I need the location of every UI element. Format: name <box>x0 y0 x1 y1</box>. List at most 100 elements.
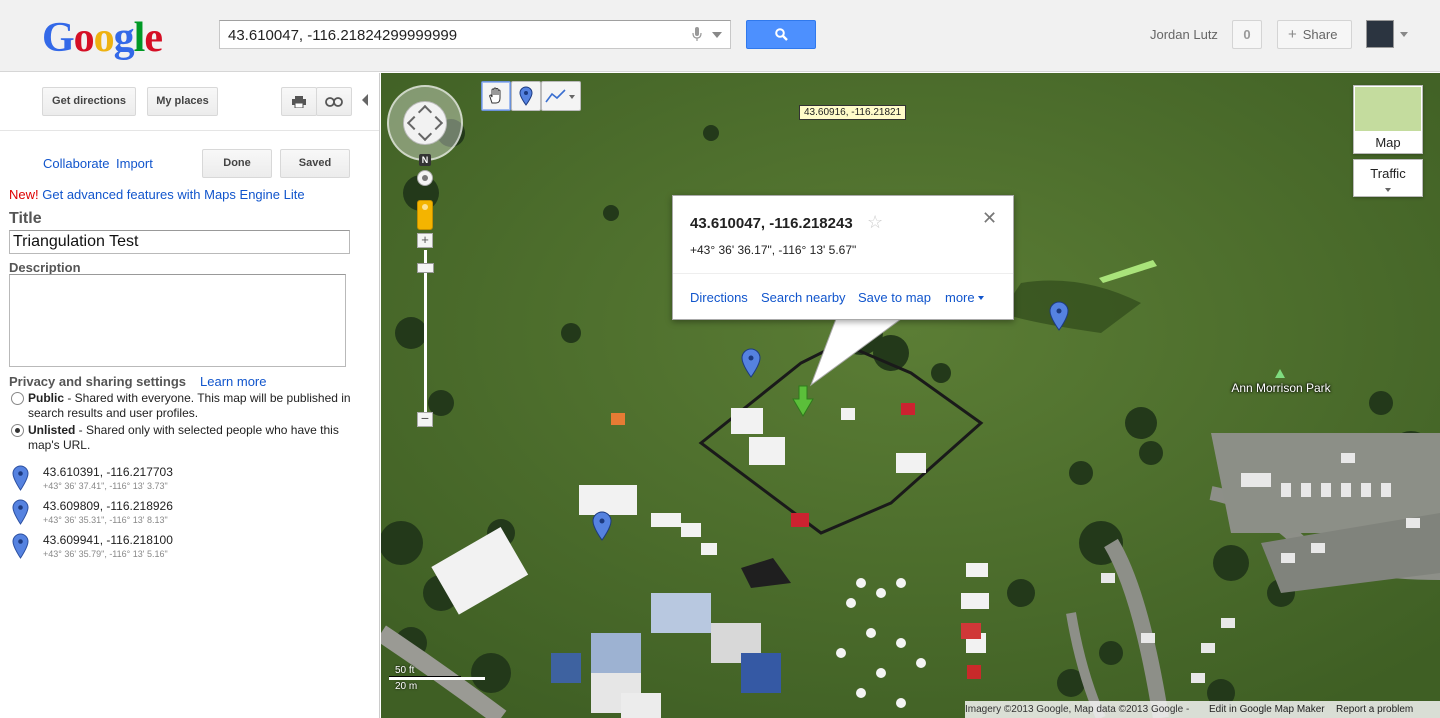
link-button[interactable] <box>316 87 352 116</box>
more-link[interactable]: more <box>945 290 975 305</box>
map-canvas[interactable]: N + − 43.60916, -116.21821 Map Traffic 4… <box>381 73 1440 718</box>
pan-right-icon[interactable] <box>428 115 444 131</box>
pan-pad[interactable] <box>403 101 447 145</box>
logo-letter: e <box>144 15 163 61</box>
save-to-map-link[interactable]: Save to map <box>858 290 931 305</box>
public-option-text: Public - Shared with everyone. This map … <box>28 391 358 421</box>
report-problem-link[interactable]: Report a problem <box>1336 704 1413 715</box>
directions-link[interactable]: Directions <box>690 290 748 305</box>
north-indicator: N <box>419 154 431 166</box>
map-type-button[interactable]: Map <box>1353 85 1423 154</box>
logo-letter: l <box>133 15 146 61</box>
pan-control <box>387 85 463 161</box>
share-button[interactable]: + Share <box>1277 20 1352 49</box>
logo-letter: G <box>42 15 75 61</box>
left-panel: Get directions My places Collaborate Imp… <box>0 73 380 718</box>
scale-bar: 50 ft 20 m <box>389 663 485 693</box>
pan-up-icon[interactable] <box>417 104 433 120</box>
zoom-reset-icon[interactable] <box>417 170 433 186</box>
user-name[interactable]: Jordan Lutz <box>1150 27 1218 42</box>
google-logo[interactable]: Google <box>42 14 163 62</box>
top-bar: Google 43.610047, -116.21824299999999 Jo… <box>0 0 1440 72</box>
notification-count[interactable]: 0 <box>1232 20 1262 49</box>
title-label: Title <box>9 210 42 227</box>
blue-marker-icon <box>12 533 29 559</box>
zoom-in-button[interactable]: + <box>417 233 433 248</box>
chevron-down-icon <box>978 296 984 300</box>
park-label[interactable]: Ann Morrison Park <box>1221 381 1341 395</box>
promo-banner: New! Get advanced features with Maps Eng… <box>9 187 305 202</box>
scale-line <box>389 677 485 680</box>
print-button[interactable] <box>281 87 317 116</box>
chevron-down-icon <box>1385 188 1391 192</box>
title-field[interactable] <box>9 230 350 254</box>
collaborate-link[interactable]: Collaborate <box>43 156 110 171</box>
edit-map-maker-link[interactable]: Edit in Google Map Maker <box>1209 704 1325 715</box>
unlisted-description: - Shared only with selected people who h… <box>28 423 339 452</box>
map-footer: Imagery ©2013 Google, Map data ©2013 Goo… <box>965 701 1440 718</box>
place-coordinates[interactable]: 43.609809, -116.218926 <box>43 499 173 513</box>
info-window: 43.610047, -116.218243 ☆ ✕ +43° 36' 36.1… <box>672 195 1014 320</box>
search-value: 43.610047, -116.21824299999999 <box>228 27 458 44</box>
pan-left-icon[interactable] <box>406 115 422 131</box>
import-link[interactable]: Import <box>116 156 153 171</box>
unlisted-radio[interactable] <box>11 424 24 437</box>
search-nearby-link[interactable]: Search nearby <box>761 290 846 305</box>
done-button[interactable]: Done <box>202 149 272 178</box>
line-icon <box>545 89 566 103</box>
search-options-caret-icon[interactable] <box>712 32 722 38</box>
plus-icon: + <box>1288 26 1297 43</box>
park-icon[interactable] <box>1275 369 1285 378</box>
saved-button[interactable]: Saved <box>280 149 350 178</box>
add-marker-button[interactable] <box>511 81 541 111</box>
maps-engine-lite-link[interactable]: Get advanced features with Maps Engine L… <box>42 187 304 202</box>
public-radio[interactable] <box>11 392 24 405</box>
list-item[interactable]: 43.609809, -116.218926 +43° 36' 35.31", … <box>12 499 372 531</box>
traffic-button[interactable]: Traffic <box>1353 159 1423 197</box>
learn-more-link[interactable]: Learn more <box>200 374 266 389</box>
place-dms: +43° 36' 35.31", -116° 13' 8.13" <box>43 515 168 525</box>
get-directions-button[interactable]: Get directions <box>42 87 136 116</box>
pan-down-icon[interactable] <box>417 126 433 142</box>
description-label: Description <box>9 260 81 275</box>
close-icon[interactable]: ✕ <box>982 208 997 229</box>
map-thumbnail <box>1355 87 1421 131</box>
logo-letter: g <box>113 15 135 61</box>
search-input[interactable]: 43.610047, -116.21824299999999 <box>219 20 731 49</box>
blue-marker-icon <box>12 499 29 525</box>
zoom-out-button[interactable]: − <box>417 411 433 427</box>
star-icon[interactable]: ☆ <box>867 212 883 233</box>
logo-letter: o <box>73 15 95 61</box>
coordinate-tooltip: 43.60916, -116.21821 <box>799 105 907 120</box>
microphone-icon[interactable] <box>692 27 702 42</box>
list-item[interactable]: 43.610391, -116.217703 +43° 36' 37.41", … <box>12 465 372 497</box>
place-dms: +43° 36' 35.79", -116° 13' 5.16" <box>43 549 168 559</box>
unlisted-label: Unlisted <box>28 423 76 437</box>
my-places-button[interactable]: My places <box>147 87 218 116</box>
place-dms: +43° 36' 37.41", -116° 13' 3.73" <box>43 481 168 491</box>
pegman-icon[interactable] <box>417 200 433 230</box>
description-field[interactable] <box>9 274 346 367</box>
zoom-slider-track[interactable] <box>424 250 427 418</box>
privacy-label: Privacy and sharing settings <box>9 374 187 389</box>
unlisted-option-text: Unlisted - Shared only with selected peo… <box>28 423 358 453</box>
hand-tool-button[interactable] <box>481 81 511 111</box>
avatar[interactable] <box>1366 20 1394 48</box>
marker-icon <box>519 86 533 106</box>
attribution: Imagery ©2013 Google, Map data ©2013 Goo… <box>965 704 1190 715</box>
list-item[interactable]: 43.609941, -116.218100 +43° 36' 35.79", … <box>12 533 372 565</box>
collapse-panel-icon[interactable] <box>362 94 368 106</box>
public-label: Public <box>28 391 65 405</box>
place-coordinates[interactable]: 43.610391, -116.217703 <box>43 465 173 479</box>
account-caret-icon[interactable] <box>1400 32 1408 37</box>
search-button[interactable] <box>746 20 816 49</box>
place-coordinates[interactable]: 43.609941, -116.218100 <box>43 533 173 547</box>
divider <box>0 130 379 131</box>
public-description: - Shared with everyone. This map will be… <box>28 391 351 420</box>
scale-meters: 20 m <box>395 681 418 692</box>
print-icon <box>292 96 306 109</box>
zoom-slider-handle[interactable] <box>417 263 434 273</box>
logo-letter: o <box>93 15 115 61</box>
map-type-label: Map <box>1375 135 1401 150</box>
draw-line-button[interactable] <box>541 81 581 111</box>
